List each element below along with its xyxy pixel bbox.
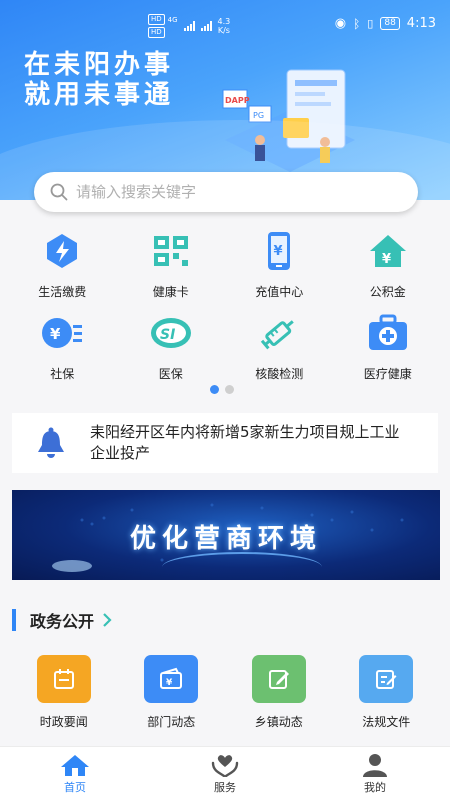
service-housing-fund[interactable]: ¥ 公积金 (334, 225, 443, 307)
user-icon (363, 754, 387, 777)
calendar-icon (36, 655, 91, 703)
tab-label: 我的 (364, 781, 386, 794)
gov-items: 时政要闻 ¥ 部门动态 乡镇动态 法规文件 (10, 655, 440, 730)
banner-arc (162, 552, 322, 580)
service-medical-health[interactable]: 医疗健康 (334, 307, 443, 389)
search-icon (50, 183, 68, 201)
gov-item-label: 部门动态 (147, 715, 196, 729)
quick-services-grid: 生活缴费 健康卡 ¥ 充值中心 ¥ 公积金 ¥ 社保 SI 医保 核酸检测 医疗… (8, 225, 442, 389)
qr-card-icon (149, 229, 193, 273)
signal-icon-2 (200, 21, 212, 31)
svg-text:¥: ¥ (50, 325, 61, 343)
tab-home[interactable]: 首页 (0, 747, 150, 800)
search-bar[interactable] (34, 172, 418, 212)
notice-text: 耒阳经开区年内将新增5家新生力项目规上工业企业投产 (90, 423, 400, 462)
svg-text:¥: ¥ (166, 678, 173, 688)
service-nucleic-test[interactable]: 核酸检测 (225, 307, 334, 389)
house-yuan-icon: ¥ (366, 229, 410, 273)
slogan: 在耒阳办事 就用耒事通 (24, 50, 174, 110)
gov-item-township-news[interactable]: 乡镇动态 (225, 655, 333, 730)
slogan-line-1: 在耒阳办事 (24, 50, 175, 80)
svg-text:SI: SI (160, 327, 175, 343)
tab-service[interactable]: 服务 (150, 747, 300, 800)
service-label: 生活缴费 (38, 285, 87, 299)
network-indicators: HD 4G HD 4.3 K/s (148, 14, 230, 38)
service-label: 充值中心 (255, 285, 304, 299)
svg-text:DAPP: DAPP (225, 96, 250, 105)
si-badge-icon: SI (149, 311, 193, 355)
status-right: ◉ ᛒ ▯ 88 4:13 (335, 16, 436, 31)
tab-label: 服务 (214, 781, 236, 794)
service-label: 社保 (50, 367, 75, 381)
banner-glow (52, 560, 92, 572)
bolt-icon (40, 229, 84, 273)
search-input[interactable] (76, 183, 376, 201)
home-icon (61, 755, 89, 776)
eye-icon: ◉ (334, 16, 347, 31)
heart-hands-icon (211, 755, 239, 777)
signal-icon (183, 21, 195, 31)
service-medical-insurance[interactable]: SI 医保 (117, 307, 226, 389)
tab-label: 首页 (64, 781, 86, 794)
service-health-card[interactable]: 健康卡 (117, 225, 226, 307)
gov-item-label: 时政要闻 (39, 715, 88, 729)
network-type: 4G (167, 15, 178, 24)
hd-badge-2: HD (148, 27, 165, 38)
tab-mine[interactable]: 我的 (300, 747, 450, 800)
gov-item-regulations[interactable]: 法规文件 (333, 655, 441, 730)
yuan-coin-icon: ¥ (40, 311, 84, 355)
edit-icon (251, 655, 306, 703)
service-label: 医保 (158, 367, 183, 381)
news-notice[interactable]: 耒阳经开区年内将新增5家新生力项目规上工业企业投产 (12, 413, 438, 473)
service-social-security[interactable]: ¥ 社保 (8, 307, 117, 389)
battery-icon: 88 (380, 17, 400, 30)
service-label: 核酸检测 (255, 367, 304, 381)
promo-banner[interactable]: 优化营商环境 (12, 490, 440, 580)
page-dot-active[interactable] (210, 385, 219, 394)
section-accent-bar (12, 609, 16, 631)
slogan-line-2: 就用耒事通 (24, 80, 175, 110)
gov-item-department-news[interactable]: ¥ 部门动态 (118, 655, 226, 730)
service-life-payment[interactable]: 生活缴费 (8, 225, 117, 307)
section-title: 政务公开 (30, 612, 95, 631)
gov-item-label: 乡镇动态 (254, 715, 303, 729)
gov-item-current-news[interactable]: 时政要闻 (10, 655, 118, 730)
service-label: 公积金 (369, 285, 406, 299)
svg-text:¥: ¥ (274, 244, 283, 259)
phone-yuan-icon: ¥ (257, 229, 301, 273)
government-service-illustration: DAPP PG (222, 69, 355, 172)
medical-kit-icon (366, 311, 410, 355)
net-speed: 4.3 K/s (217, 17, 231, 35)
service-label: 医疗健康 (363, 367, 412, 381)
wallet-icon: ¥ (144, 655, 199, 703)
bluetooth-icon: ᛒ (353, 16, 361, 31)
svg-text:¥: ¥ (382, 252, 391, 267)
clock: 4:13 (406, 16, 436, 31)
gov-item-label: 法规文件 (362, 715, 411, 729)
bottom-tab-bar: 首页 服务 我的 (0, 746, 450, 800)
chevron-right-icon (103, 613, 112, 627)
page-indicator (210, 385, 234, 394)
hero-banner: HD 4G HD 4.3 K/s ◉ ᛒ ▯ 88 4:13 在耒阳办事 就用耒… (0, 0, 450, 200)
hd-badge: HD (148, 14, 165, 25)
syringe-icon (257, 311, 301, 355)
service-recharge-center[interactable]: ¥ 充值中心 (225, 225, 334, 307)
bell-icon (12, 426, 90, 460)
svg-text:PG: PG (253, 111, 264, 120)
service-label: 健康卡 (152, 285, 189, 299)
banner-title: 优化营商环境 (129, 524, 322, 554)
status-bar: HD 4G HD 4.3 K/s ◉ ᛒ ▯ 88 4:13 (0, 0, 450, 50)
section-header-gov[interactable]: 政务公开 (12, 607, 112, 633)
document-edit-icon (359, 655, 414, 703)
page-dot[interactable] (225, 385, 234, 394)
vibrate-icon: ▯ (367, 17, 374, 30)
